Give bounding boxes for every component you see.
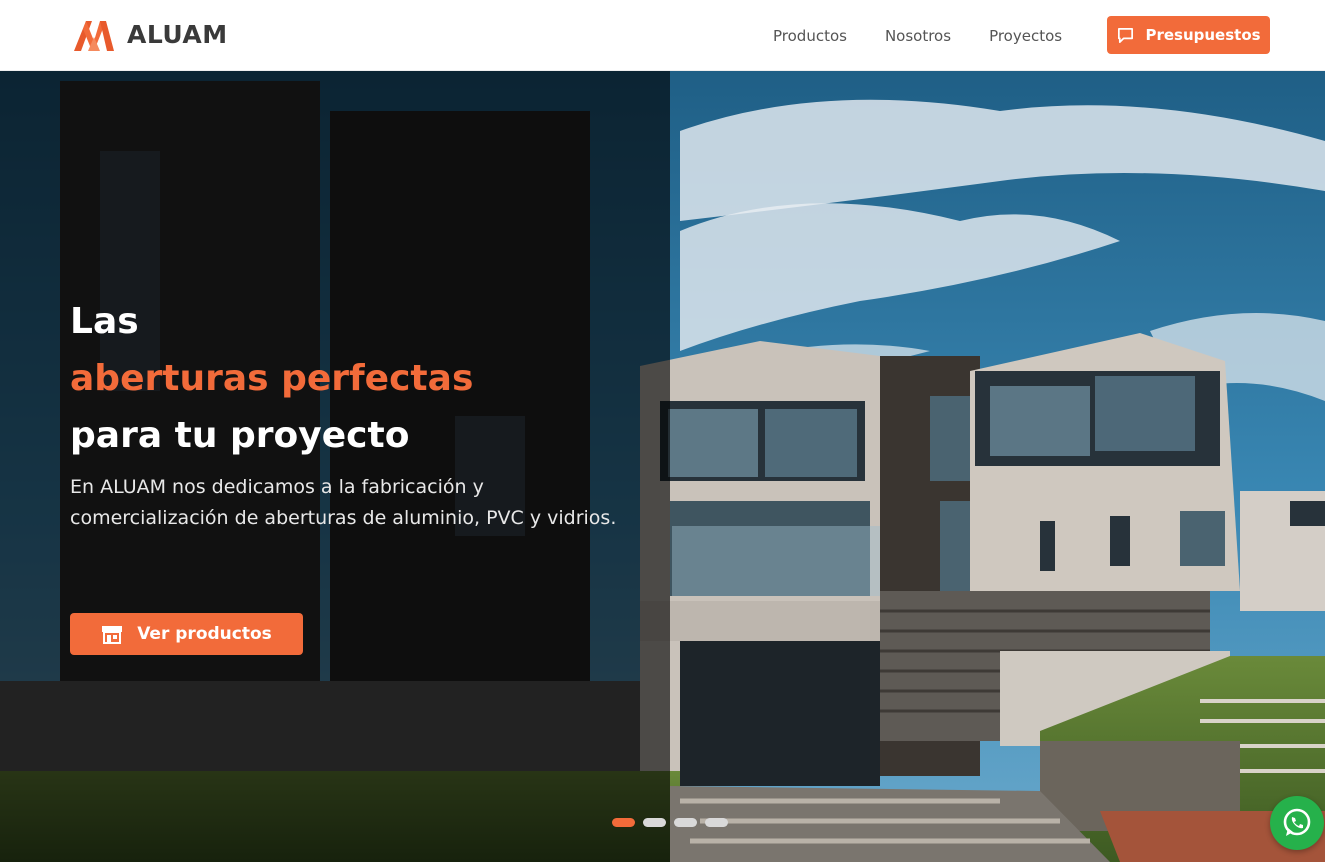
hero-slider: Las aberturas perfectas para tu proyecto… bbox=[0, 71, 1325, 862]
site-header: ALUAM Productos Nosotros Proyectos Presu… bbox=[0, 0, 1325, 71]
aluam-logo-icon bbox=[74, 21, 114, 51]
slider-dots bbox=[612, 818, 728, 827]
hero-title-highlight: aberturas perfectas bbox=[70, 358, 474, 399]
nav-link-nosotros[interactable]: Nosotros bbox=[885, 27, 951, 45]
main-nav: Productos Nosotros Proyectos bbox=[773, 0, 1062, 71]
whatsapp-icon bbox=[1283, 808, 1311, 836]
presupuestos-button[interactable]: Presupuestos bbox=[1107, 16, 1270, 54]
presupuestos-label: Presupuestos bbox=[1145, 26, 1261, 44]
chat-bubble-icon bbox=[1118, 27, 1134, 43]
store-icon bbox=[102, 626, 123, 644]
nav-link-proyectos[interactable]: Proyectos bbox=[989, 27, 1062, 45]
slider-dot-2[interactable] bbox=[643, 818, 666, 827]
ver-productos-label: Ver productos bbox=[137, 624, 272, 644]
hero-title-line-3: para tu proyecto bbox=[70, 415, 410, 456]
hero-title-line-1: Las bbox=[70, 301, 139, 342]
brand-name: ALUAM bbox=[127, 19, 228, 49]
whatsapp-button[interactable] bbox=[1270, 796, 1324, 850]
brand[interactable]: ALUAM bbox=[74, 17, 228, 51]
nav-link-productos[interactable]: Productos bbox=[773, 27, 847, 45]
slider-dot-3[interactable] bbox=[674, 818, 697, 827]
slider-dot-1[interactable] bbox=[612, 818, 635, 827]
hero-title: Las aberturas perfectas para tu proyecto bbox=[70, 293, 630, 464]
slider-dot-4[interactable] bbox=[705, 818, 728, 827]
hero-description: En ALUAM nos dedicamos a la fabricación … bbox=[70, 476, 617, 529]
hero-content: Las aberturas perfectas para tu proyecto… bbox=[70, 293, 630, 534]
ver-productos-button[interactable]: Ver productos bbox=[70, 613, 303, 655]
